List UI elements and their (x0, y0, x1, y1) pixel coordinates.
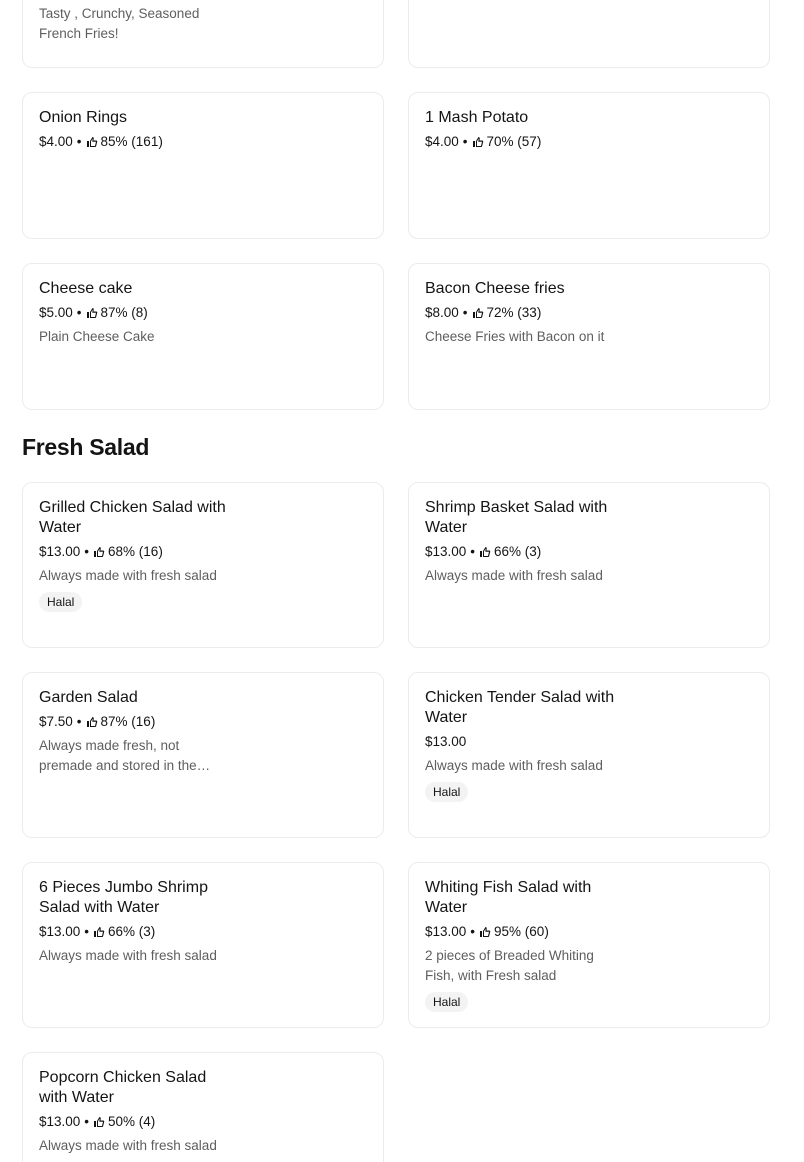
item-price: $13.00 (39, 924, 81, 939)
item-price: $4.00 (39, 134, 73, 149)
item-meta: $13.00 • 66% (3) (39, 922, 367, 942)
separator: • (84, 924, 90, 939)
separator: • (84, 544, 90, 559)
menu-item-card-whiting-fish-salad[interactable]: Whiting Fish Salad with Water $13.00 • 9… (408, 862, 770, 1028)
item-description: Tasty , Crunchy, Seasoned French Fries! (39, 6, 200, 41)
thumbs-up-icon (472, 308, 483, 318)
item-price: $13.00 (425, 544, 467, 559)
separator: • (462, 134, 468, 149)
item-rating: 66% (3) (108, 924, 156, 939)
item-rating: 72% (33) (486, 305, 542, 320)
thumbs-up-icon (480, 547, 491, 557)
halal-badge: Halal (425, 992, 469, 1012)
item-meta: $4.00 • 85% (161) (39, 132, 367, 152)
thumbs-up-icon (94, 1117, 105, 1127)
separator: • (84, 1114, 90, 1129)
item-name: 6 Pieces Jumbo Shrimp Salad with Water (39, 879, 208, 916)
section-title: Fresh Salad (22, 434, 150, 460)
item-name: 1 Mash Potato (425, 109, 529, 126)
item-description: Always made fresh, not premade and store… (39, 738, 211, 773)
item-meta: $7.50 • 87% (16) (39, 712, 367, 732)
item-name: Popcorn Chicken Salad with Water (39, 1069, 207, 1106)
menu-item-card-bacon-cheese-fries[interactable]: Bacon Cheese fries $8.00 • 72% (33) Chee… (408, 263, 770, 410)
separator: • (76, 714, 82, 729)
item-name: Chicken Tender Salad with Water (425, 689, 615, 726)
item-description: Always made with fresh salad (39, 948, 217, 963)
item-rating: 87% (8) (100, 305, 148, 320)
thumbs-up-icon (86, 717, 97, 727)
menu-item-card-cheese-cake[interactable]: Cheese cake $5.00 • 87% (8) Plain Cheese… (22, 263, 384, 410)
separator: • (470, 924, 476, 939)
item-meta: $13.00 • 68% (16) (39, 542, 367, 562)
item-description: Always made with fresh salad (39, 1138, 217, 1153)
thumbs-up-icon (86, 308, 97, 318)
item-name: Onion Rings (39, 109, 128, 126)
menu-item-card-partial[interactable] (408, 0, 770, 68)
thumbs-up-icon (94, 547, 105, 557)
menu-item-card-garden-salad[interactable]: Garden Salad $7.50 • 87% (16) Always mad… (22, 672, 384, 838)
item-rating: 87% (16) (100, 714, 156, 729)
item-name: Bacon Cheese fries (425, 280, 565, 297)
item-name: Garden Salad (39, 689, 138, 706)
separator: • (76, 134, 82, 149)
item-price: $5.00 (39, 305, 73, 320)
item-rating: 68% (16) (108, 544, 163, 559)
item-name: Shrimp Basket Salad with Water (425, 499, 608, 536)
thumbs-up-icon (94, 927, 105, 937)
item-description: Plain Cheese Cake (39, 329, 155, 344)
menu-item-card-mash-potato[interactable]: 1 Mash Potato $4.00 • 70% (57) (408, 92, 770, 239)
item-meta: $13.00 • 66% (3) (425, 542, 753, 562)
item-name: Whiting Fish Salad with Water (425, 879, 592, 916)
item-description: Always made with fresh salad (425, 568, 603, 583)
separator: • (470, 544, 476, 559)
item-price: $8.00 (425, 305, 459, 320)
item-price: $7.50 (39, 714, 73, 729)
item-meta: $5.00 • 87% (8) (39, 303, 367, 323)
item-description: Always made with fresh salad (425, 758, 603, 773)
item-meta: $8.00 • 72% (33) (425, 303, 753, 323)
menu-item-card-popcorn-chicken-salad[interactable]: Popcorn Chicken Salad with Water $13.00 … (22, 1052, 384, 1162)
halal-badge: Halal (39, 592, 83, 612)
item-price: $4.00 (425, 134, 459, 149)
separator: • (462, 305, 468, 320)
item-meta: $4.00 • 70% (57) (425, 132, 753, 152)
item-price: $13.00 (39, 544, 81, 559)
item-rating: 70% (57) (486, 134, 542, 149)
halal-badge: Halal (425, 782, 469, 802)
item-price: $13.00 (425, 734, 467, 749)
item-description: Cheese Fries with Bacon on it (425, 329, 605, 344)
item-rating: 50% (4) (108, 1114, 156, 1129)
item-price: $13.00 (39, 1114, 81, 1129)
item-name: Grilled Chicken Salad with Water (39, 499, 226, 536)
thumbs-up-icon (480, 927, 491, 937)
item-name: Cheese cake (39, 280, 133, 297)
item-description: 2 pieces of Breaded Whiting Fish, with F… (425, 948, 594, 983)
separator: • (76, 305, 82, 320)
menu-item-card-french-fries[interactable]: Tasty , Crunchy, Seasoned French Fries! (22, 0, 384, 68)
item-description: Always made with fresh salad (39, 568, 217, 583)
item-price: $13.00 (425, 924, 467, 939)
item-rating: 66% (3) (494, 544, 542, 559)
thumbs-up-icon (472, 137, 483, 147)
item-rating: 95% (60) (494, 924, 549, 939)
item-meta: $13.00 • 50% (4) (39, 1112, 367, 1132)
menu-item-card-onion-rings[interactable]: Onion Rings $4.00 • 85% (161) (22, 92, 384, 239)
menu-item-card-grilled-chicken-salad[interactable]: Grilled Chicken Salad with Water $13.00 … (22, 482, 384, 648)
menu-item-card-jumbo-shrimp-salad[interactable]: 6 Pieces Jumbo Shrimp Salad with Water $… (22, 862, 384, 1028)
item-rating: 85% (161) (100, 134, 163, 149)
item-meta: $13.00 • 95% (60) (425, 922, 753, 942)
thumbs-up-icon (86, 137, 97, 147)
menu-item-card-shrimp-basket-salad[interactable]: Shrimp Basket Salad with Water $13.00 • … (408, 482, 770, 648)
item-meta: $13.00 (425, 732, 753, 752)
menu-item-card-chicken-tender-salad[interactable]: Chicken Tender Salad with Water $13.00 A… (408, 672, 770, 838)
